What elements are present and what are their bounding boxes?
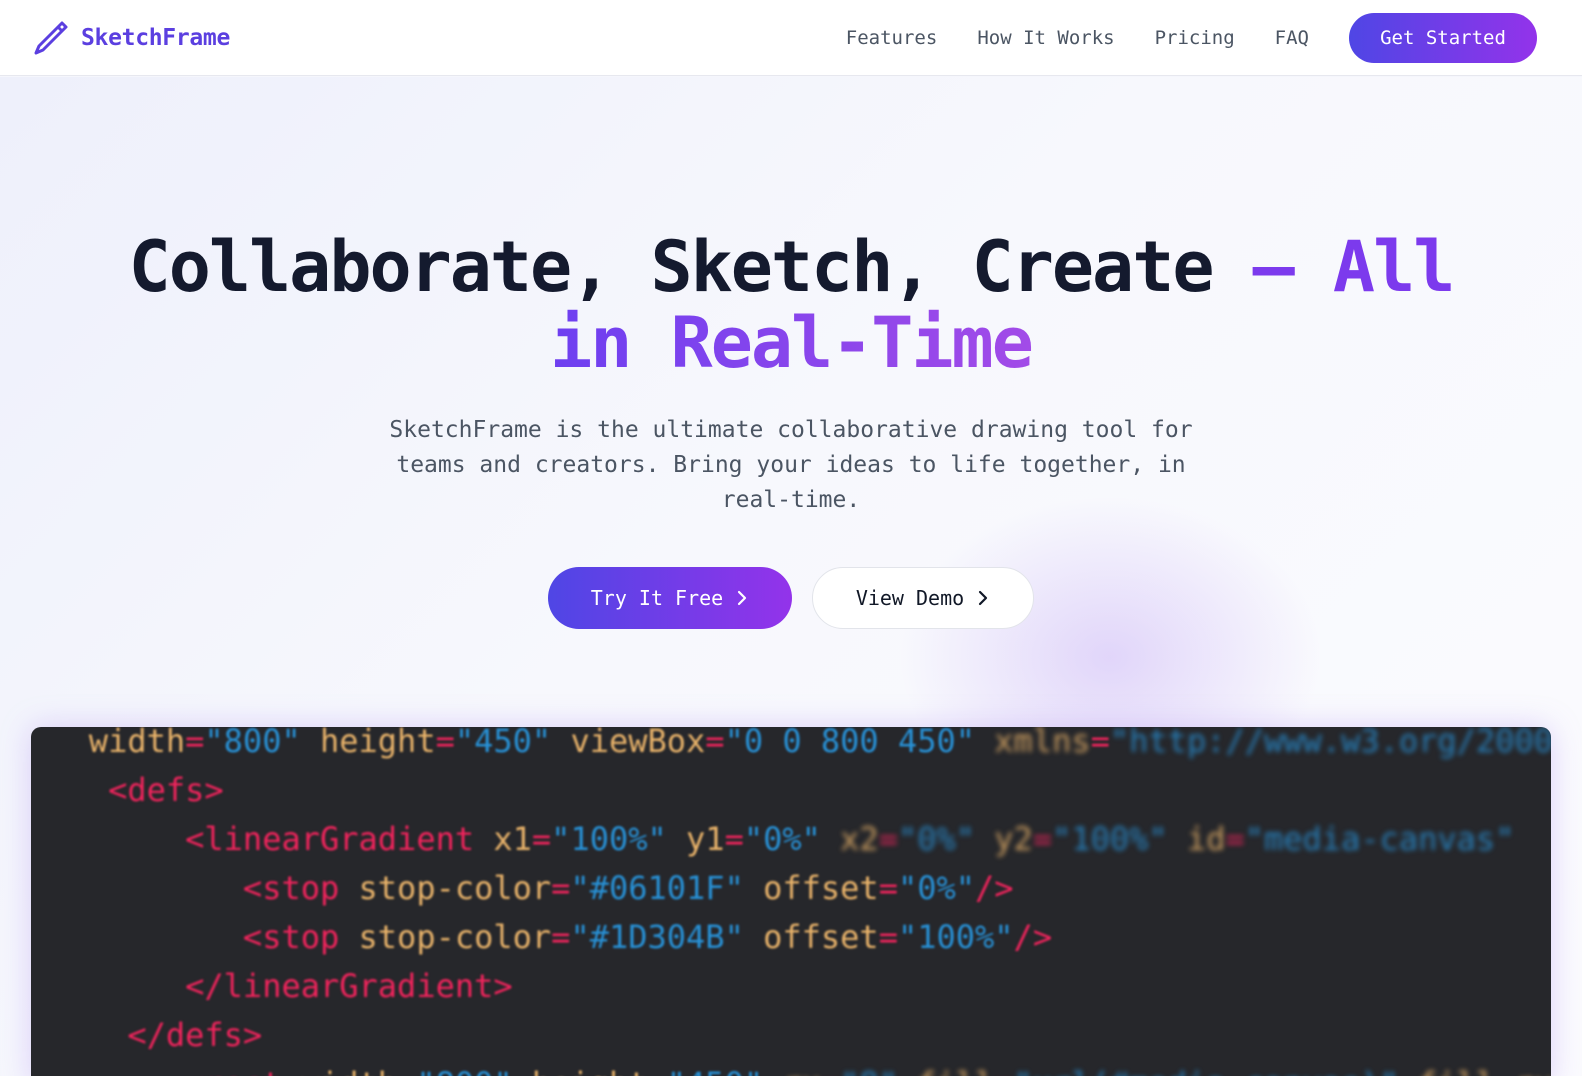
chevron-right-icon bbox=[979, 590, 988, 606]
hero-subtitle: SketchFrame is the ultimate collaborativ… bbox=[389, 417, 1193, 513]
try-it-free-label: Try It Free bbox=[590, 586, 724, 610]
code-line: <rect width="800" height="450" rx="8" fi… bbox=[31, 1060, 1551, 1076]
chevron-right-icon bbox=[738, 590, 747, 606]
brand-name: SketchFrame bbox=[81, 24, 231, 51]
code-line: <stop stop-color="#06101F" offset="0%"/> bbox=[242, 869, 1014, 907]
top-navbar: SketchFrame Features How It Works Pricin… bbox=[0, 0, 1582, 76]
hero-section: Collaborate, Sketch, Create – All in Rea… bbox=[0, 77, 1582, 1076]
nav-link-features[interactable]: Features bbox=[846, 27, 938, 49]
code-line: </defs> bbox=[127, 1016, 263, 1054]
headline-accent: – All bbox=[1212, 226, 1456, 308]
hero-cta-row: Try It Free View Demo bbox=[548, 567, 1034, 629]
hero-headline: Collaborate, Sketch, Create – All in Rea… bbox=[0, 229, 1582, 381]
code-line: <stop stop-color="#1D304B" offset="100%"… bbox=[242, 918, 1053, 956]
headline-accent-line2: in Real-Time bbox=[550, 302, 1034, 384]
brand[interactable]: SketchFrame bbox=[31, 18, 230, 58]
nav-link-pricing[interactable]: Pricing bbox=[1155, 27, 1235, 49]
nav-link-how-it-works[interactable]: How It Works bbox=[977, 27, 1114, 49]
product-preview-image: width="800" height="450" viewBox="0 0 80… bbox=[31, 727, 1551, 1076]
code-line: <defs> bbox=[108, 771, 224, 809]
nav-links: Features How It Works Pricing FAQ Get St… bbox=[846, 12, 1551, 63]
code-line: <linearGradient x1="100%" y1="0%" x2="0%… bbox=[185, 820, 1515, 858]
nav-link-faq[interactable]: FAQ bbox=[1275, 27, 1309, 49]
get-started-button[interactable]: Get Started bbox=[1349, 12, 1537, 63]
code-screenshot: width="800" height="450" viewBox="0 0 80… bbox=[31, 727, 1551, 1076]
pencil-icon bbox=[34, 21, 68, 54]
headline-main: Collaborate, Sketch, Create bbox=[128, 226, 1215, 308]
try-it-free-button[interactable]: Try It Free bbox=[548, 567, 792, 629]
view-demo-label: View Demo bbox=[855, 586, 965, 610]
code-line: </linearGradient> bbox=[185, 967, 513, 1005]
view-demo-button[interactable]: View Demo bbox=[812, 567, 1034, 629]
code-line: width="800" height="450" viewBox="0 0 80… bbox=[88, 727, 1551, 760]
